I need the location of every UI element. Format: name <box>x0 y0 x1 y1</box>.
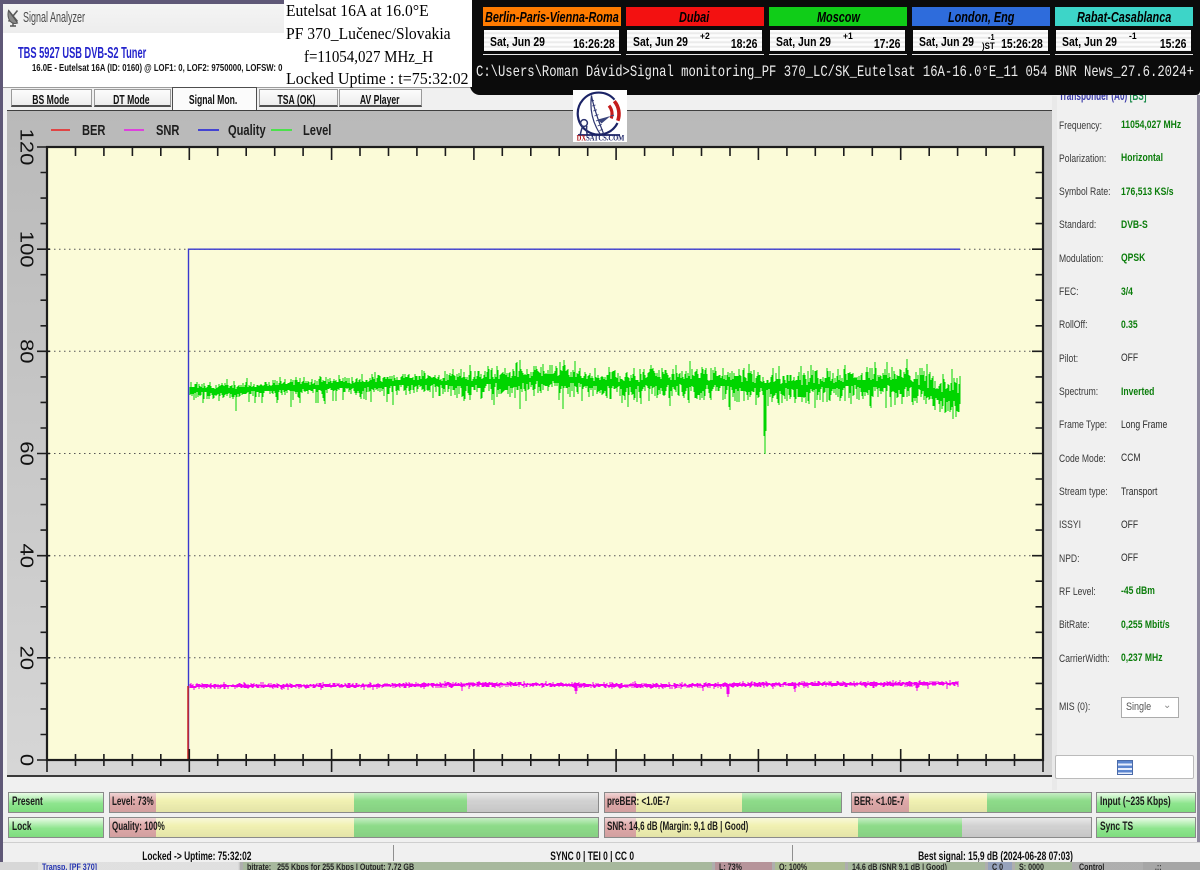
svg-text:0: 0 <box>16 754 36 766</box>
svg-text:DXSATCS.COM: DXSATCS.COM <box>577 133 625 142</box>
svg-text:100: 100 <box>16 231 36 268</box>
svg-text:80: 80 <box>16 339 36 363</box>
svg-text:20: 20 <box>16 646 36 670</box>
svg-text:120: 120 <box>16 129 36 166</box>
svg-text:60: 60 <box>16 441 36 465</box>
svg-text:40: 40 <box>16 543 36 567</box>
